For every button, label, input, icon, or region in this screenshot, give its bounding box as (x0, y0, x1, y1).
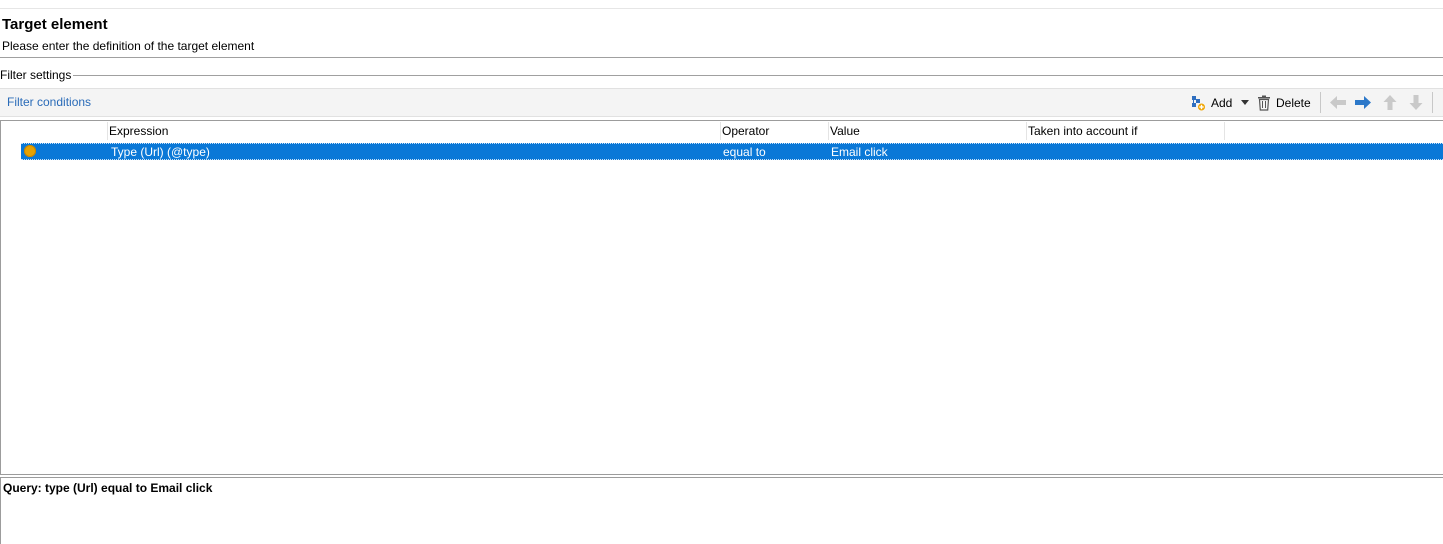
column-header-value[interactable]: Value (830, 124, 860, 138)
delete-button-label: Delete (1276, 95, 1311, 110)
status-dot-icon (24, 145, 36, 157)
query-panel: Query: type (Url) equal to Email click (0, 478, 1443, 544)
top-rule (0, 8, 1443, 9)
trash-icon (1257, 95, 1271, 111)
column-header-expression[interactable]: Expression (109, 124, 168, 138)
cell-expression: Type (Url) (@type) (111, 145, 210, 159)
toolbar-separator (1432, 92, 1433, 113)
column-separator (828, 122, 829, 140)
arrow-down-icon[interactable] (1407, 94, 1425, 111)
chevron-down-icon[interactable] (1241, 100, 1250, 105)
cell-value: Email click (831, 145, 888, 159)
table-row[interactable]: Type (Url) (@type) equal to Email click (21, 143, 1443, 160)
filter-conditions-toolbar: Filter conditions Add Delete (0, 88, 1443, 117)
header-divider (0, 57, 1443, 58)
page-subtitle: Please enter the definition of the targe… (2, 39, 255, 53)
filter-conditions-label: Filter conditions (7, 95, 92, 109)
column-header-taken-into-account-if[interactable]: Taken into account if (1028, 124, 1137, 138)
query-text: Query: type (Url) equal to Email click (3, 481, 213, 495)
add-button-label: Add (1211, 95, 1233, 110)
arrow-up-icon[interactable] (1381, 94, 1399, 111)
toolbar-separator (1320, 92, 1321, 113)
cell-operator: equal to (723, 145, 766, 159)
page-title: Target element (2, 16, 108, 33)
conditions-grid[interactable]: Expression Operator Value Taken into acc… (0, 120, 1443, 475)
filter-settings-legend: Filter settings (0, 68, 72, 82)
delete-button[interactable]: Delete (1257, 93, 1311, 112)
column-separator (107, 122, 108, 140)
arrow-left-icon[interactable] (1329, 94, 1347, 111)
column-separator (720, 122, 721, 140)
arrow-right-icon[interactable] (1354, 94, 1372, 111)
column-separator (1026, 122, 1027, 140)
add-button[interactable]: Add (1191, 93, 1250, 112)
filter-settings-divider (73, 75, 1443, 76)
add-condition-icon (1191, 95, 1206, 111)
column-separator (1224, 122, 1225, 140)
column-header-operator[interactable]: Operator (722, 124, 769, 138)
